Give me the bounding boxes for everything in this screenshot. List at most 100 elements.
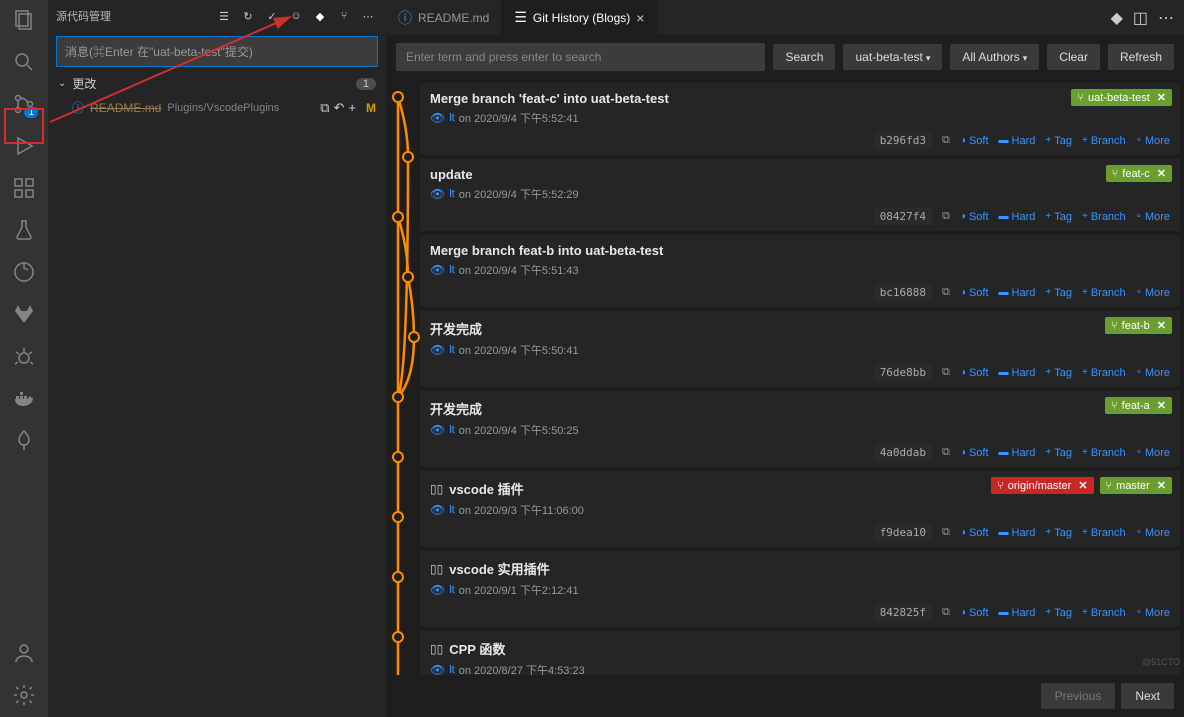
- commit-author[interactable]: lt: [449, 424, 455, 436]
- commit-author[interactable]: lt: [449, 264, 455, 276]
- remove-tag-icon[interactable]: ✕: [1154, 399, 1166, 412]
- changes-section[interactable]: ⌄ 更改 1: [48, 71, 386, 96]
- soft-reset-button[interactable]: ◑Soft: [960, 527, 989, 539]
- tag-button[interactable]: +Tag: [1045, 287, 1072, 299]
- commit-item[interactable]: ▯▯ CPP 函数 👁 lt on 2020/8/27 下午4:53:23 c2…: [420, 631, 1180, 675]
- copy-icon[interactable]: ⧉: [942, 286, 950, 299]
- refresh-icon[interactable]: ↻: [238, 6, 258, 26]
- gitlab-icon[interactable]: [12, 302, 36, 326]
- branch-tag[interactable]: ⑂origin/master✕: [991, 477, 1093, 494]
- copy-icon[interactable]: ⧉: [942, 526, 950, 539]
- more-button[interactable]: ∘More: [1136, 211, 1170, 223]
- soft-reset-button[interactable]: ◑Soft: [960, 135, 989, 147]
- hard-reset-button[interactable]: ▬Hard: [999, 447, 1036, 459]
- branch-tag[interactable]: ⑂feat-b✕: [1105, 317, 1172, 334]
- soft-reset-button[interactable]: ◑Soft: [960, 211, 989, 223]
- soft-reset-button[interactable]: ◑Soft: [960, 447, 989, 459]
- split-editor-icon[interactable]: ◫: [1133, 8, 1148, 28]
- diamond-icon[interactable]: ◆: [310, 6, 330, 26]
- tag-button[interactable]: +Tag: [1045, 527, 1072, 539]
- tree-icon[interactable]: [12, 428, 36, 452]
- flask-icon[interactable]: [12, 218, 36, 242]
- next-button[interactable]: Next: [1121, 683, 1174, 709]
- eye-icon[interactable]: 👁: [430, 503, 445, 517]
- gear-icon[interactable]: [12, 683, 36, 707]
- clear-button[interactable]: Clear: [1047, 44, 1100, 70]
- more-button[interactable]: ∘More: [1136, 287, 1170, 299]
- eye-icon[interactable]: 👁: [430, 663, 445, 675]
- remove-tag-icon[interactable]: ✕: [1075, 479, 1087, 492]
- tag-button[interactable]: +Tag: [1045, 211, 1072, 223]
- changed-file-row[interactable]: ⓘ README.md Plugins/VscodePlugins ⧉ ↶ + …: [48, 96, 386, 119]
- hard-reset-button[interactable]: ▬Hard: [999, 367, 1036, 379]
- eye-icon[interactable]: 👁: [430, 111, 445, 125]
- merge-icon[interactable]: ⑂: [334, 6, 354, 26]
- commit-item[interactable]: ⑂origin/master✕⑂master✕ ▯▯ vscode 插件 👁 l…: [420, 471, 1180, 547]
- more-button[interactable]: ∘More: [1136, 607, 1170, 619]
- branch-button[interactable]: +Branch: [1082, 607, 1126, 619]
- commit-item[interactable]: ⑂feat-a✕ 开发完成 👁 lt on 2020/9/4 下午5:50:25…: [420, 391, 1180, 467]
- extensions-icon[interactable]: [12, 176, 36, 200]
- hard-reset-button[interactable]: ▬Hard: [999, 135, 1036, 147]
- commit-author[interactable]: lt: [449, 188, 455, 200]
- copy-icon[interactable]: ⧉: [942, 134, 950, 147]
- commit-item[interactable]: ⑂feat-c✕ update 👁 lt on 2020/9/4 下午5:52:…: [420, 159, 1180, 231]
- soft-reset-button[interactable]: ◑Soft: [960, 287, 989, 299]
- commit-author[interactable]: lt: [449, 504, 455, 516]
- remove-tag-icon[interactable]: ✕: [1154, 167, 1166, 180]
- previous-button[interactable]: Previous: [1041, 683, 1116, 709]
- copy-icon[interactable]: ⧉: [942, 366, 950, 379]
- branch-button[interactable]: +Branch: [1082, 447, 1126, 459]
- tag-button[interactable]: +Tag: [1045, 447, 1072, 459]
- more-button[interactable]: ∘More: [1136, 367, 1170, 379]
- commit-item[interactable]: ▯▯ vscode 实用插件 👁 lt on 2020/9/1 下午2:12:4…: [420, 551, 1180, 627]
- commit-author[interactable]: lt: [449, 344, 455, 356]
- tag-button[interactable]: +Tag: [1045, 607, 1072, 619]
- branch-tag[interactable]: ⑂feat-a✕: [1105, 397, 1172, 414]
- branch-tag[interactable]: ⑂master✕: [1100, 477, 1172, 494]
- branch-tag[interactable]: ⑂feat-c✕: [1106, 165, 1172, 182]
- branch-filter-button[interactable]: uat-beta-test▾: [843, 44, 942, 70]
- soft-reset-button[interactable]: ◑Soft: [960, 607, 989, 619]
- search-input[interactable]: [396, 43, 765, 71]
- remove-tag-icon[interactable]: ✕: [1154, 91, 1166, 104]
- more-icon[interactable]: ⋯: [1158, 8, 1174, 28]
- more-button[interactable]: ∘More: [1136, 135, 1170, 147]
- soft-reset-button[interactable]: ◑Soft: [960, 367, 989, 379]
- commit-author[interactable]: lt: [449, 584, 455, 596]
- more-button[interactable]: ∘More: [1136, 447, 1170, 459]
- branch-tag[interactable]: ⑂uat-beta-test✕: [1071, 89, 1172, 106]
- stage-icon[interactable]: +: [348, 100, 356, 116]
- eye-icon[interactable]: 👁: [430, 583, 445, 597]
- refresh-button[interactable]: Refresh: [1108, 44, 1174, 70]
- more-icon[interactable]: ⋯: [358, 6, 378, 26]
- commit-message-input[interactable]: 消息(⌘Enter 在"uat-beta-test"提交): [56, 36, 378, 67]
- bug-icon[interactable]: [12, 344, 36, 368]
- commit-item[interactable]: Merge branch feat-b into uat-beta-test 👁…: [420, 235, 1180, 307]
- commit-check-icon[interactable]: ✓: [262, 6, 282, 26]
- commit-author[interactable]: lt: [449, 664, 455, 675]
- eye-icon[interactable]: 👁: [430, 343, 445, 357]
- copy-icon[interactable]: ⧉: [942, 446, 950, 459]
- diamond-icon[interactable]: ◆: [1111, 8, 1123, 28]
- tag-button[interactable]: +Tag: [1045, 367, 1072, 379]
- commit-author[interactable]: lt: [449, 112, 455, 124]
- hard-reset-button[interactable]: ▬Hard: [999, 211, 1036, 223]
- open-file-icon[interactable]: ⧉: [320, 100, 329, 116]
- smiley-icon[interactable]: ☺: [286, 6, 306, 26]
- account-icon[interactable]: [12, 641, 36, 665]
- commit-item[interactable]: ⑂uat-beta-test✕ Merge branch 'feat-c' in…: [420, 83, 1180, 155]
- hard-reset-button[interactable]: ▬Hard: [999, 527, 1036, 539]
- branch-button[interactable]: +Branch: [1082, 135, 1126, 147]
- branch-button[interactable]: +Branch: [1082, 527, 1126, 539]
- copy-icon[interactable]: ⧉: [942, 606, 950, 619]
- authors-filter-button[interactable]: All Authors▾: [950, 44, 1039, 70]
- tag-button[interactable]: +Tag: [1045, 135, 1072, 147]
- eye-icon[interactable]: 👁: [430, 263, 445, 277]
- search-icon[interactable]: [12, 50, 36, 74]
- hard-reset-button[interactable]: ▬Hard: [999, 287, 1036, 299]
- branch-button[interactable]: +Branch: [1082, 211, 1126, 223]
- close-icon[interactable]: ×: [636, 10, 644, 26]
- commit-item[interactable]: ⑂feat-b✕ 开发完成 👁 lt on 2020/9/4 下午5:50:41…: [420, 311, 1180, 387]
- docker-icon[interactable]: [12, 386, 36, 410]
